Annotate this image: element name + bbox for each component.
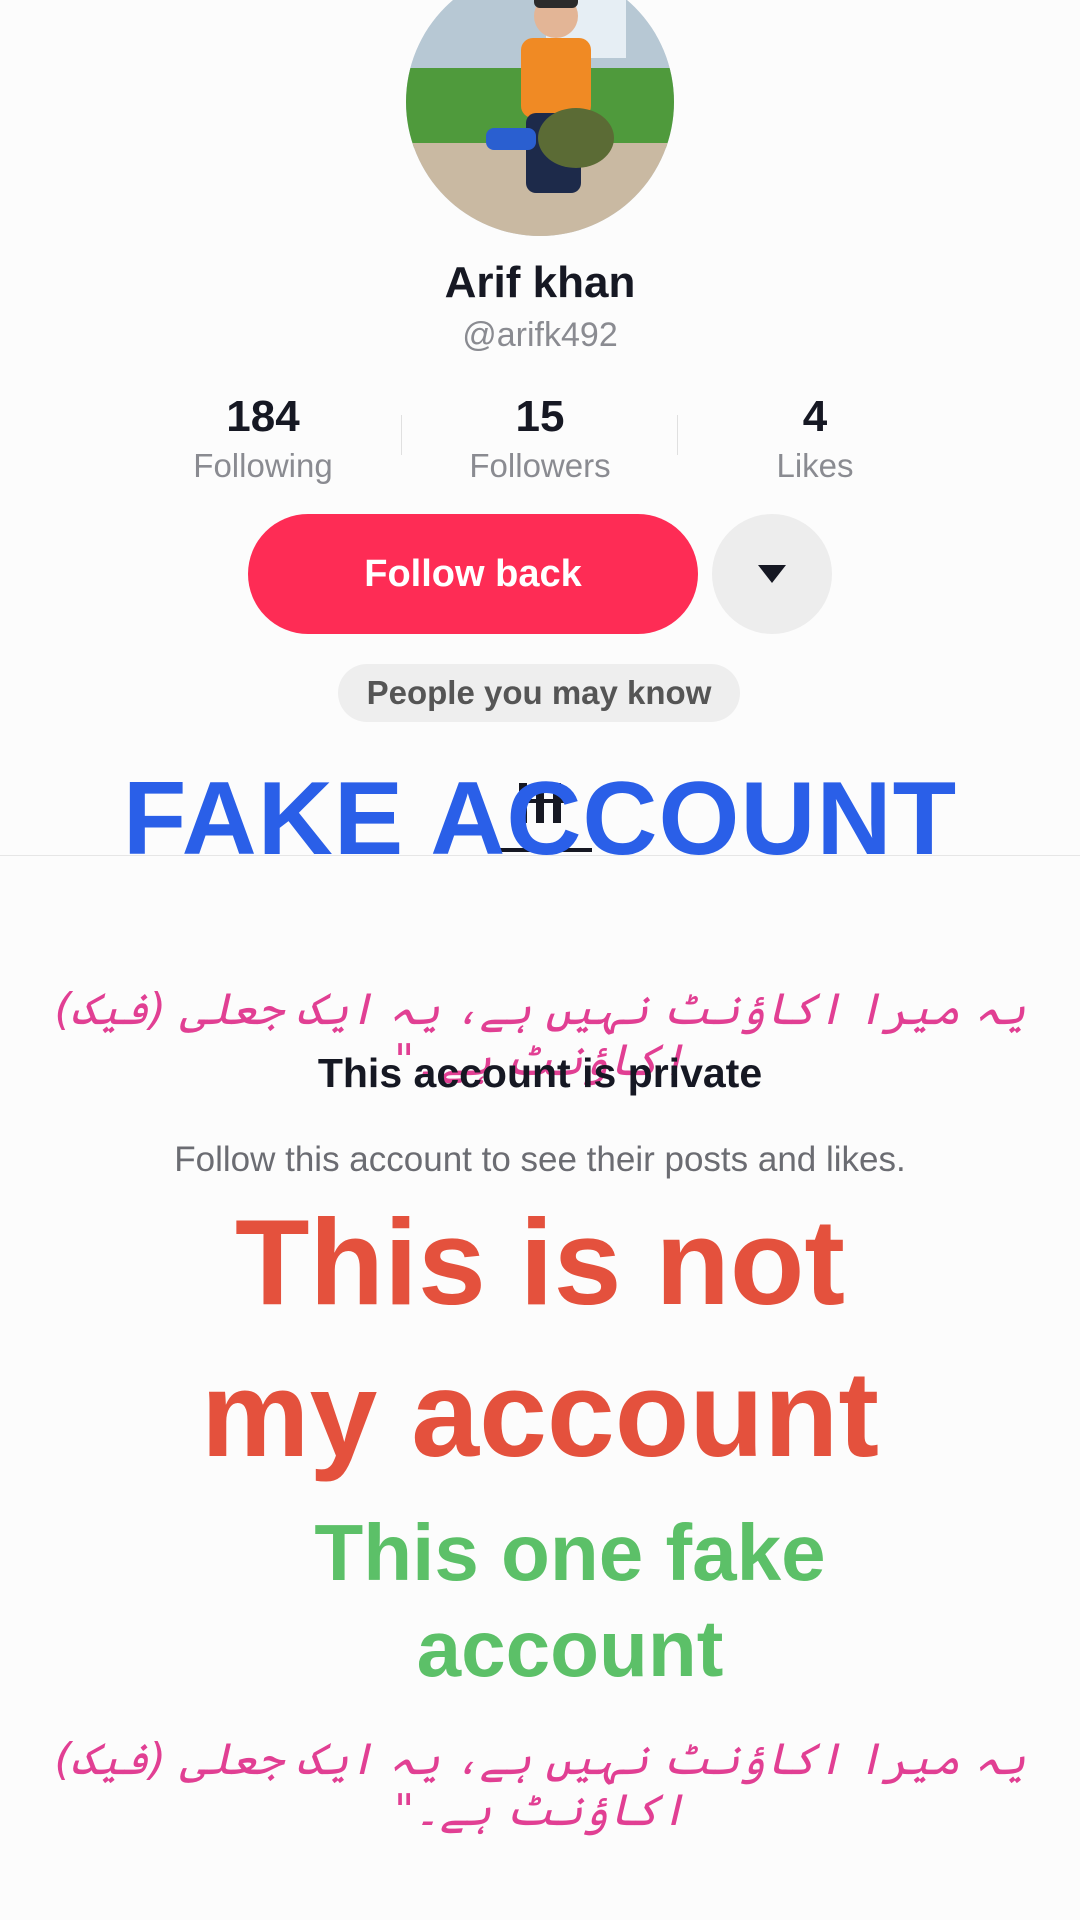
urdu-caption-bottom: یہ میرا اکاؤنٹ نہیں ہے، یہ ایک جعلی (فیک…	[54, 1734, 1026, 1836]
display-name: Arif khan	[444, 258, 636, 307]
stat-label: Followers	[469, 447, 611, 484]
chevron-down-icon	[758, 565, 786, 583]
avatar-photo	[406, 0, 674, 236]
fake-account-overlay: FAKE ACCOUNT	[122, 761, 958, 877]
private-account-subtitle: Follow this account to see their posts a…	[174, 1140, 906, 1179]
stat-likes[interactable]: 4 Likes	[685, 390, 945, 488]
stat-divider	[401, 415, 402, 455]
overlay-line: This is not	[235, 1194, 845, 1330]
one-fake-account-overlay: This one fake account	[40, 1505, 1080, 1697]
stat-followers[interactable]: 15 Followers	[410, 390, 670, 488]
stat-following[interactable]: 184 Following	[133, 390, 393, 488]
overlay-line: account	[416, 1604, 724, 1693]
stat-value: 4	[802, 392, 828, 441]
overlay-line: my account	[201, 1346, 879, 1482]
avatar[interactable]	[406, 0, 674, 236]
username: @arifk492	[462, 316, 618, 354]
stat-label: Likes	[776, 447, 854, 484]
overlay-line: This one fake	[314, 1508, 826, 1597]
not-my-account-overlay: This is not my account	[0, 1186, 1080, 1490]
more-options-button[interactable]	[712, 514, 832, 634]
private-account-title: This account is private	[317, 1050, 763, 1096]
stat-divider	[677, 415, 678, 455]
stat-value: 15	[515, 392, 565, 441]
stat-value: 184	[226, 392, 300, 441]
follow-back-button[interactable]: Follow back	[248, 514, 698, 634]
people-you-may-know-chip[interactable]: People you may know	[338, 664, 740, 722]
stat-label: Following	[193, 447, 333, 484]
